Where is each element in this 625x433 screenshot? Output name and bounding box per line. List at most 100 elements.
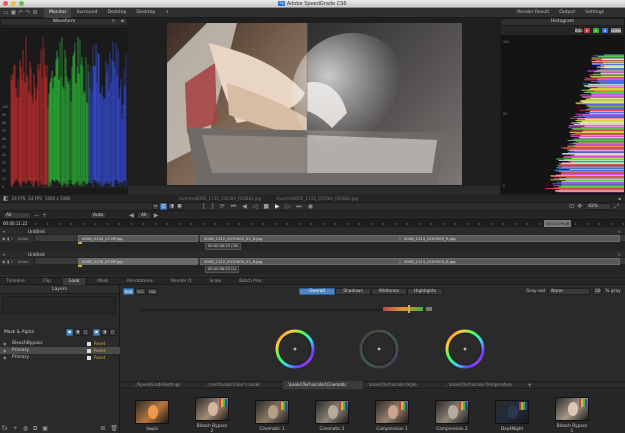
look-preset[interactable]: Bleach Bypass 1 <box>555 397 589 433</box>
output-tab-0[interactable]: Render Result <box>512 8 554 18</box>
bottom-tab-4[interactable]: Annotations <box>121 278 159 285</box>
look-preset[interactable]: Cinematic 2 <box>315 399 349 431</box>
layer-row[interactable]: ◉ BleachBypass Reset <box>0 340 120 347</box>
zoom-out-timeline-icon[interactable]: − <box>34 212 39 219</box>
view-single-button[interactable]: ▭ <box>152 203 159 210</box>
layer-visibility-icon[interactable]: ◉ <box>3 347 7 354</box>
all-tracks-button[interactable]: All <box>136 211 151 219</box>
track-filter-select[interactable]: All <box>3 211 31 219</box>
color-model-0-button[interactable]: RGB <box>123 288 134 295</box>
folder-icon[interactable]: ▭ <box>3 9 9 16</box>
output-tab-2[interactable]: Settings <box>580 8 609 18</box>
layer-row[interactable]: ◉ Primary Reset <box>0 354 120 361</box>
bottom-tab-0[interactable]: Timeline <box>0 278 31 285</box>
mark-out-icon[interactable]: ] <box>211 203 213 210</box>
view-grid-button[interactable]: ▦ <box>176 203 183 210</box>
layer-enable-checkbox[interactable] <box>87 341 91 346</box>
workspace-tab-0[interactable]: Monitor <box>44 7 72 18</box>
panel-close-icon[interactable]: ▪ <box>121 19 124 24</box>
layer-copy-icon[interactable]: ⧉ <box>33 425 37 433</box>
histogram-options-icon[interactable]: ▪ <box>618 196 621 201</box>
look-preset[interactable]: Day4Night <box>495 399 529 431</box>
look-thumbnail[interactable] <box>375 399 409 424</box>
track-expand-icon[interactable]: ▾ <box>3 229 5 234</box>
layer-visibility-icon[interactable]: ◉ <box>3 340 7 347</box>
layer-enable-checkbox[interactable] <box>87 355 91 360</box>
mark-in-icon[interactable]: [ <box>203 203 205 210</box>
look-preset[interactable]: Sepia <box>135 399 169 431</box>
look-tab-1[interactable]: ..ccent\Looks\Color's Looks <box>203 381 283 389</box>
eye-icon[interactable]: ◉ <box>2 236 6 241</box>
next-frame-icon[interactable]: ▷ <box>286 203 291 210</box>
layer-mask-icon[interactable]: ◍ <box>23 425 28 432</box>
timeline-ruler[interactable]: 00:00:11:22 00:02:29:08 <box>0 219 625 227</box>
output-tab-1[interactable]: Output <box>554 8 580 18</box>
mask-mode-5-button[interactable]: ◑ <box>101 328 108 336</box>
timeline-clip[interactable]: 0008_1313_0103303_R.jpg <box>400 258 620 265</box>
mask-mode-1-button[interactable]: ▪ <box>66 328 73 336</box>
bottom-tab-5[interactable]: Render Q <box>165 278 197 285</box>
tonal-highlights-button[interactable]: Highlights <box>407 288 443 295</box>
step-back-icon[interactable]: ◀ <box>242 203 247 210</box>
fullscreen-icon[interactable]: ⤢ <box>614 203 619 211</box>
view-compare-button[interactable]: ◨ <box>168 203 175 210</box>
workspace-tab-3[interactable]: Desktop <box>131 8 160 18</box>
look-thumbnail[interactable] <box>435 399 469 424</box>
look-preset[interactable]: Bleach Bypass 2 <box>195 397 229 433</box>
look-tab-0[interactable]: ../SpeedGrade\Settings <box>131 381 203 389</box>
look-preset[interactable]: Compression 2 <box>435 399 469 431</box>
add-look-tab-icon[interactable]: + <box>527 382 532 389</box>
look-thumbnail[interactable] <box>315 399 349 424</box>
timeline-clip[interactable]: 0008_0130_07.BP.jpg <box>78 235 198 242</box>
layer-duplicate-icon[interactable]: ⊞ <box>100 425 105 432</box>
color-model-2-button[interactable]: HSL <box>147 288 158 295</box>
layer-reset-link[interactable]: Reset <box>94 347 105 354</box>
bottom-tab-3[interactable]: Mask <box>91 278 114 285</box>
stop-icon[interactable]: ■ <box>263 203 269 210</box>
view-split-button[interactable]: ◫ <box>160 203 167 210</box>
histogram-channel-3[interactable]: B <box>601 27 609 34</box>
temperature-handle[interactable] <box>408 305 410 313</box>
timeline-clip[interactable]: 0008_0130_07.BP.jpg <box>78 258 198 265</box>
bottom-tab-6[interactable]: Scale <box>203 278 227 285</box>
look-preset[interactable]: Cinematic 1 <box>255 399 289 431</box>
zoom-fit-icon[interactable]: ⊡ <box>569 203 574 210</box>
workspace-tab-1[interactable]: Surround <box>71 8 102 18</box>
look-thumbnail[interactable] <box>495 399 529 424</box>
gray-out-select[interactable]: None <box>548 288 591 295</box>
look-tab-3[interactable]: ..\Looks\Technicolor\Style <box>363 381 443 389</box>
mask-mode-2-button[interactable]: ◑ <box>74 328 81 336</box>
offset-wheel[interactable] <box>275 329 315 369</box>
layer-fx-icon[interactable]: fx <box>2 425 8 432</box>
histogram-channel-2[interactable]: G <box>592 27 600 34</box>
pan-icon[interactable]: ✥ <box>577 203 582 210</box>
mask-mode-3-button[interactable]: ○ <box>82 328 89 336</box>
layer-delete-icon[interactable]: 🗑 <box>110 425 118 432</box>
timeline-clip[interactable]: 0008_1312_0370005_02_R.jpg <box>200 258 400 265</box>
look-thumbnail[interactable] <box>255 399 289 424</box>
play-icon[interactable]: ▶ <box>275 203 280 210</box>
look-tab-2[interactable]: ..\Looks\Technicolor\Cinematic <box>283 381 363 389</box>
workspace-tab-4[interactable]: + <box>160 8 174 18</box>
look-preset[interactable]: Compression 1 <box>375 399 409 431</box>
track-close-icon[interactable]: × <box>618 252 621 257</box>
go-start-icon[interactable]: ⏮ <box>231 203 236 211</box>
audio-icon[interactable]: ♪ <box>11 236 14 241</box>
zoom-select[interactable]: 42% <box>585 203 612 210</box>
timeline-clip[interactable]: 0008_1312_0370005_02_R.jpg <box>200 235 400 242</box>
look-thumbnail[interactable] <box>135 399 169 424</box>
mask-mode-6-button[interactable]: ○ <box>109 328 116 336</box>
bottom-tab-1[interactable]: Clip <box>37 278 57 285</box>
look-tab-4[interactable]: ..\Looks\Technicolor\Temperature <box>443 381 523 389</box>
auto-button[interactable]: Auto <box>90 211 107 219</box>
temperature-slider[interactable] <box>383 307 423 311</box>
save-icon[interactable]: ▣ <box>11 9 17 16</box>
redo-icon[interactable]: ↷ <box>25 9 30 16</box>
eye-icon[interactable]: ◉ <box>2 259 6 264</box>
bottom-tab-2[interactable]: Look <box>62 277 86 285</box>
track-expand-icon[interactable]: ▾ <box>3 252 5 257</box>
audio-icon[interactable]: ♪ <box>11 259 14 264</box>
lock-icon[interactable]: ▮ <box>7 259 9 264</box>
go-end-icon[interactable]: ⏭ <box>296 203 301 211</box>
histogram-channel-0[interactable]: RGB <box>574 27 583 34</box>
